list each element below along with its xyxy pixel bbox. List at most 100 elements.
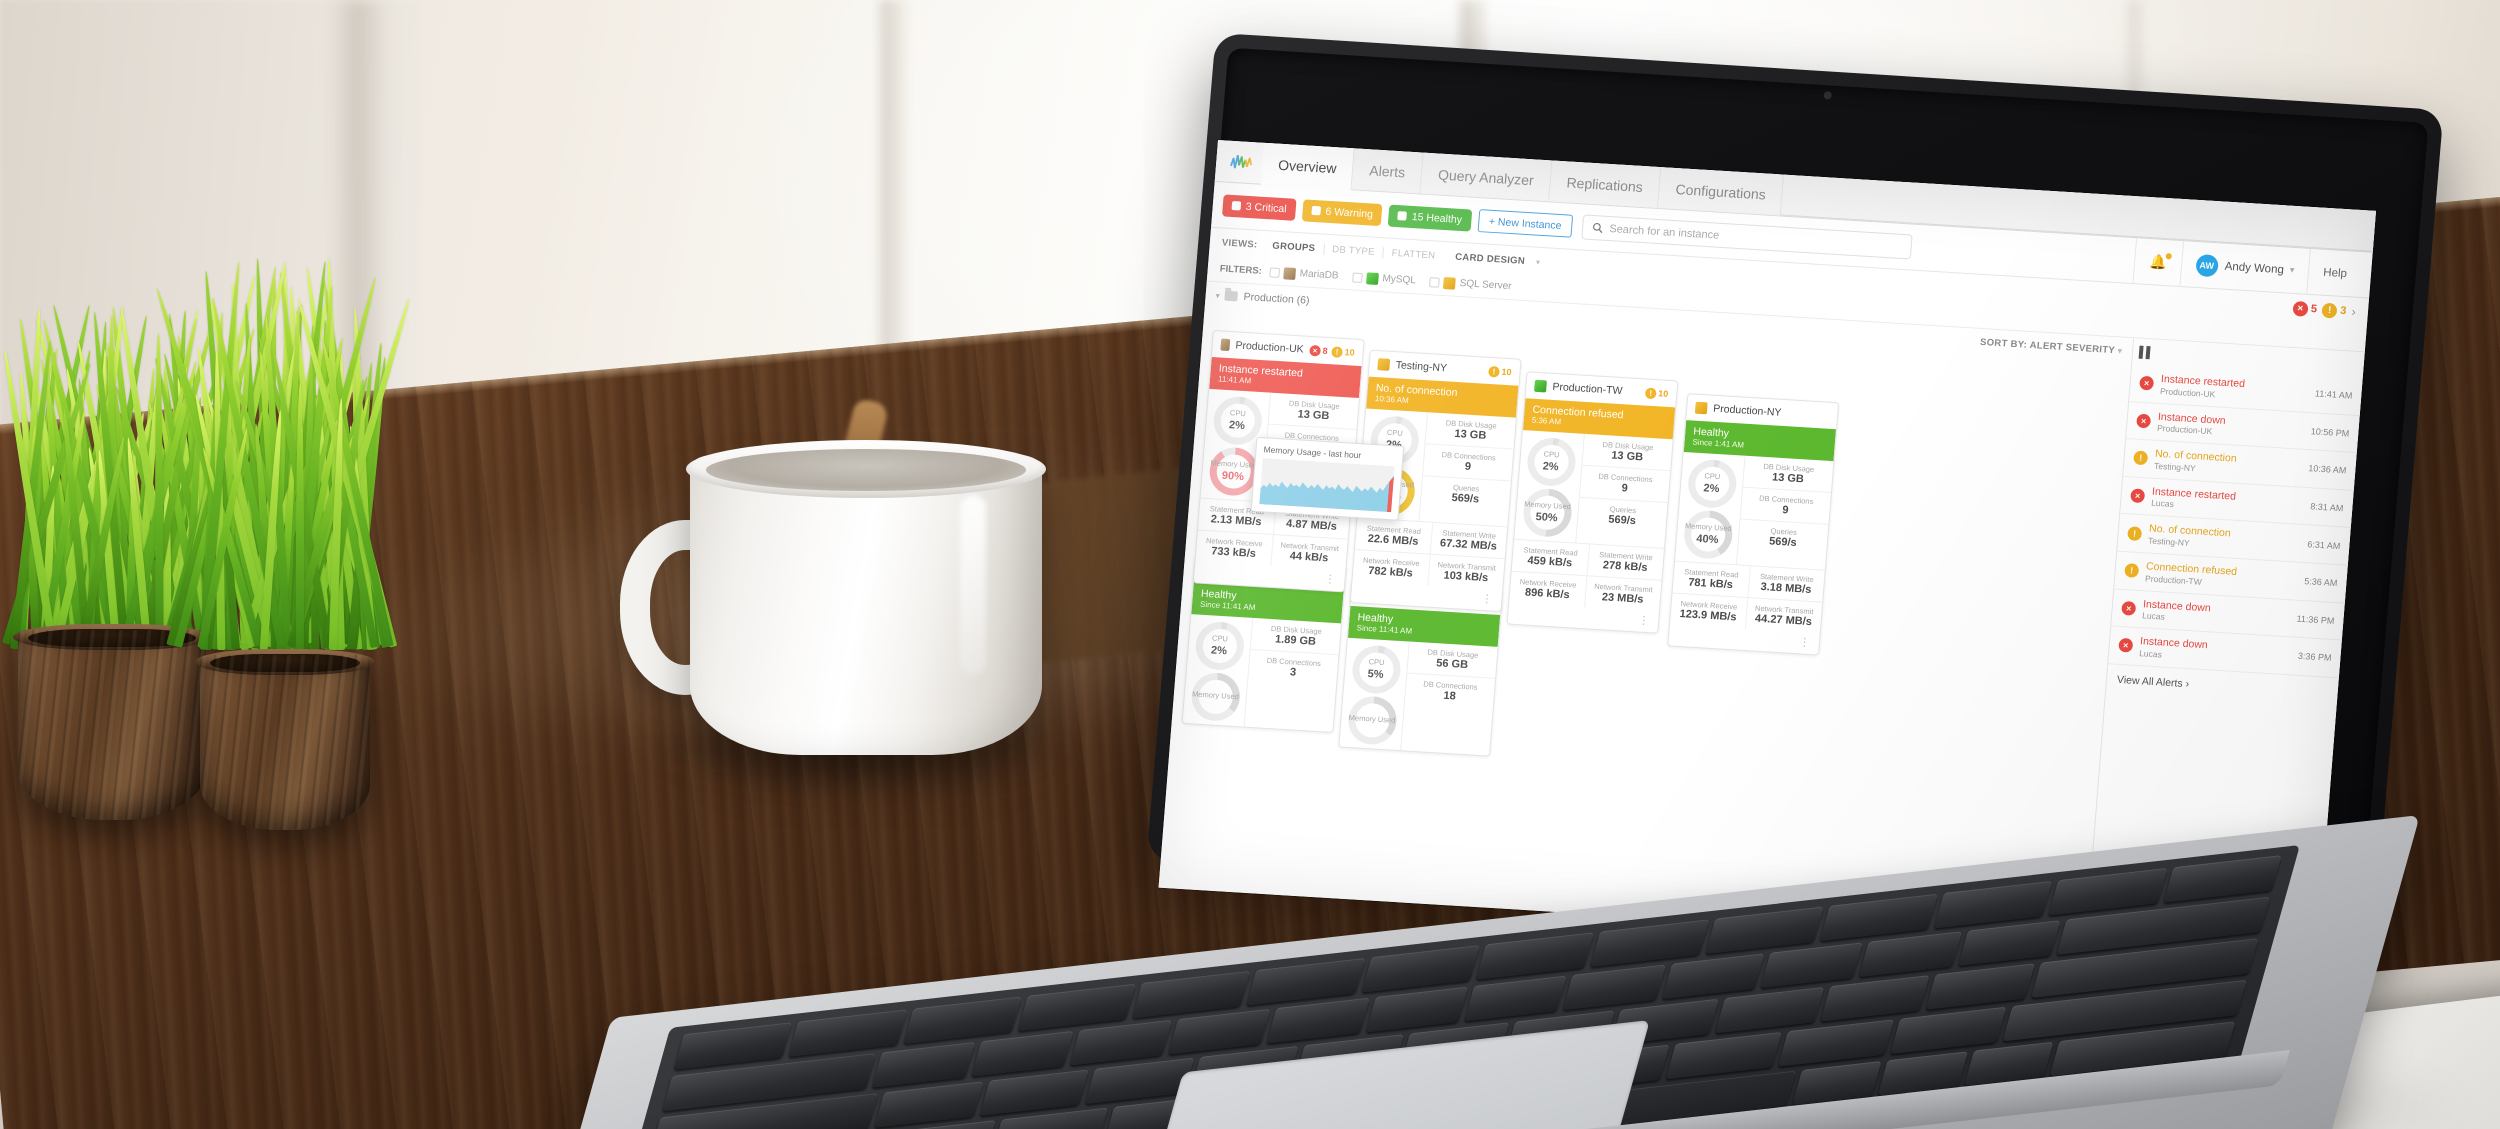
new-instance-button[interactable]: + New Instance — [1477, 209, 1573, 238]
metric-row: DB Connections 9 — [1580, 466, 1670, 503]
metric-row: Queries 569/s — [1577, 498, 1667, 534]
gauges-column: CPU 2% Memory Used 50% — [1514, 430, 1585, 542]
sparkline-area — [1259, 466, 1394, 512]
metric-row: DB Connections 18 — [1405, 674, 1495, 710]
keyboard-key[interactable] — [1715, 987, 1824, 1033]
filter-healthy-button[interactable]: 15 Healthy — [1388, 204, 1472, 231]
keyboard-key[interactable] — [2049, 868, 2167, 916]
app-logo[interactable] — [1215, 140, 1264, 184]
keyboard-key[interactable] — [1366, 987, 1469, 1033]
global-critical-count[interactable]: × 5 — [2292, 300, 2318, 316]
card-alert-badge[interactable]: ! 10 — [1488, 365, 1512, 377]
metric-cell: Network Receive 123.9 MB/s — [1670, 594, 1748, 630]
user-menu[interactable]: AW Andy Wong ▾ — [2179, 241, 2310, 295]
keyboard-key[interactable] — [1247, 958, 1365, 1006]
keyboard-key[interactable] — [1132, 971, 1250, 1019]
mysql-checkbox[interactable] — [1352, 272, 1363, 283]
view-option-groups[interactable]: GROUPS — [1264, 240, 1325, 255]
keyboard-key[interactable] — [1267, 998, 1370, 1044]
gauge-label: CPU — [1704, 473, 1720, 481]
search-input[interactable]: Search for an instance — [1609, 223, 1720, 242]
keyboard-key[interactable] — [674, 1022, 792, 1070]
group-collapse-caret-icon[interactable]: ▾ — [1215, 291, 1220, 300]
keyboard-key[interactable] — [980, 1069, 1089, 1115]
keyboard-key[interactable] — [971, 1031, 1074, 1077]
help-button[interactable]: Help — [2307, 248, 2363, 297]
keyboard-key[interactable] — [1590, 919, 1708, 967]
views-label: VIEWS: — [1221, 237, 1257, 250]
keyboard-key[interactable] — [1168, 1009, 1271, 1055]
card-alert-badge[interactable]: ! 10 — [1331, 346, 1355, 358]
filter-critical-button[interactable]: 3 Critical — [1222, 194, 1296, 220]
gauge-value: 5% — [1367, 668, 1384, 681]
keyboard-key[interactable] — [1476, 932, 1594, 980]
gauge: Memory Used 40% — [1682, 509, 1734, 560]
instance-card[interactable]: Production-TW ! 10 Connection refused 5:3… — [1506, 371, 1678, 634]
keyboard-key[interactable] — [875, 1081, 984, 1127]
keyboard-key[interactable] — [1563, 964, 1666, 1010]
tab-configurations[interactable]: Configurations — [1658, 167, 1784, 215]
alerts-expand-chevron-icon[interactable]: › — [2351, 305, 2356, 319]
alert-text: No. of connection Testing-NY — [2148, 523, 2302, 555]
keyboard-key[interactable] — [1934, 881, 2052, 929]
keyboard-key[interactable] — [1662, 953, 1765, 999]
tab-alerts[interactable]: Alerts — [1352, 148, 1424, 193]
filter-sqlserver[interactable]: SQL Server — [1429, 276, 1512, 293]
keyboard-key[interactable] — [1361, 945, 1479, 993]
card-alert-badge[interactable]: ! 10 — [1645, 387, 1669, 399]
filter-mysql[interactable]: MySQL — [1352, 271, 1416, 287]
keyboard-key[interactable] — [1958, 920, 2061, 966]
keyboard-key[interactable] — [2163, 855, 2281, 903]
keyboard-key[interactable] — [1891, 1007, 2007, 1054]
keyboard-key[interactable] — [1859, 931, 1962, 977]
filter-mariadb[interactable]: MariaDB — [1269, 266, 1339, 282]
view-option-flatten[interactable]: FLATTEN — [1383, 247, 1443, 262]
pause-icon[interactable] — [2139, 345, 2151, 359]
metric-cell: Statement Write 278 kB/s — [1587, 544, 1664, 579]
keyboard-key[interactable] — [1705, 907, 1823, 955]
tab-overview[interactable]: Overview — [1261, 143, 1356, 190]
alert-text: Connection refused Production-TW — [2145, 560, 2299, 592]
folder-icon — [1224, 291, 1238, 302]
keyboard-key[interactable] — [1464, 976, 1567, 1022]
critical-count-label: 3 Critical — [1245, 200, 1287, 214]
mariadb-checkbox[interactable] — [1269, 267, 1280, 278]
sort-by-control[interactable]: SORT BY: ALERT SEVERITY ▾ — [1980, 336, 2123, 356]
metrics-area: CPU 2% Memory Used DB Disk Usage 1.89 GB… — [1183, 614, 1341, 732]
group-name-label: Production (6) — [1243, 291, 1310, 307]
keyboard-key[interactable] — [1778, 1019, 1894, 1066]
gauge-label: CPU — [1543, 451, 1559, 459]
keyboard-key[interactable] — [1820, 894, 1938, 942]
metric-cell: Network Receive 896 kB/s — [1509, 572, 1587, 608]
keyboard-key[interactable] — [1018, 984, 1136, 1032]
keyboard-key[interactable] — [903, 996, 1021, 1044]
keyboard-key[interactable] — [1820, 975, 1929, 1021]
tab-query-analyzer[interactable]: Query Analyzer — [1421, 153, 1553, 202]
filter-warning-button[interactable]: 6 Warning — [1302, 199, 1383, 226]
notifications-button[interactable]: 🔔 — [2133, 238, 2183, 287]
instance-card-grid: Production-UK × 8 ! 10 Instance restarted … — [1166, 308, 2121, 944]
tab-replications[interactable]: Replications — [1549, 160, 1661, 208]
metric-cell: Network Transmit 44 kB/s — [1271, 535, 1348, 570]
healthy-count-label: 15 Healthy — [1411, 210, 1462, 225]
search-icon — [1592, 222, 1604, 234]
metric-cell: Network Transmit 44.27 MB/s — [1745, 598, 1822, 633]
sqlserver-checkbox[interactable] — [1429, 277, 1440, 288]
instance-name-label: Production-NY — [1713, 403, 1782, 419]
card-alert-badge[interactable]: × 8 — [1309, 344, 1328, 356]
keyboard-key[interactable] — [789, 1009, 907, 1057]
keyboard-key[interactable] — [1070, 1020, 1173, 1066]
keyboard-key[interactable] — [1760, 942, 1863, 988]
alert-time: 10:36 AM — [2308, 464, 2347, 476]
global-warning-count[interactable]: ! 3 — [2322, 302, 2348, 318]
instance-card[interactable]: Production-NY Healthy Since 1:41 AM CPU … — [1667, 393, 1839, 656]
instance-name-label: Production-TW — [1552, 381, 1623, 397]
view-option-db-type[interactable]: DB TYPE — [1324, 243, 1384, 258]
keyboard-key[interactable] — [1666, 1032, 1782, 1079]
card-design-dropdown[interactable]: CARD DESIGN — [1443, 250, 1534, 266]
keyboard-key[interactable] — [872, 1042, 975, 1088]
new-instance-label: + New Instance — [1488, 215, 1562, 231]
keyboard-key[interactable] — [1926, 963, 2035, 1009]
metric-row: Queries 569/s — [1421, 476, 1511, 512]
tab-replications-label: Replications — [1566, 174, 1643, 195]
